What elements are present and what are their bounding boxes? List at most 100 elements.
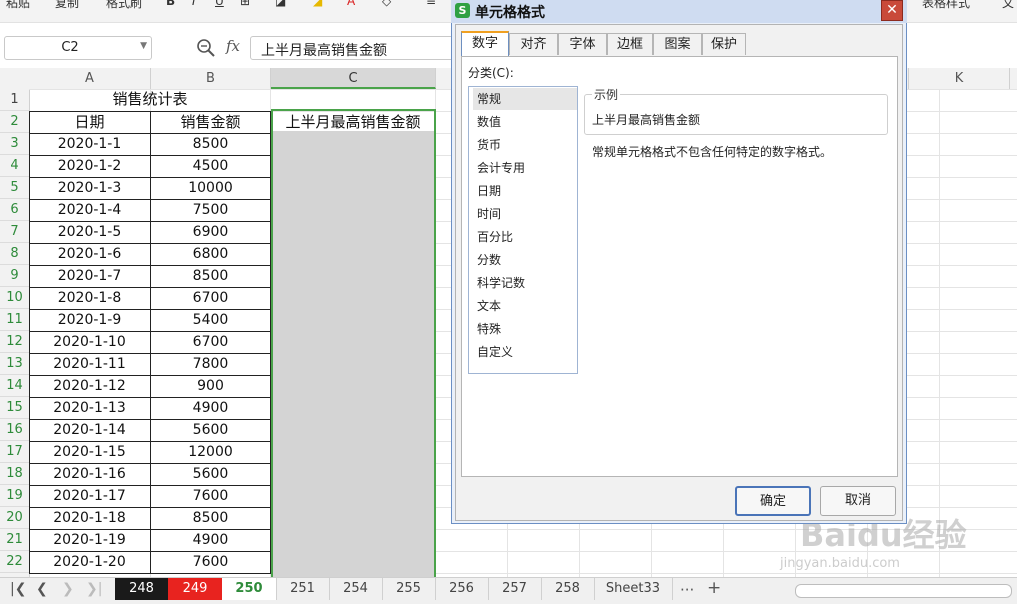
- copy-button[interactable]: 复制: [55, 0, 79, 11]
- date-cell[interactable]: 2020-1-18: [29, 507, 150, 529]
- amount-cell[interactable]: 12000: [151, 441, 270, 463]
- dialog-tab-5[interactable]: 保护: [702, 33, 746, 55]
- header-cell-date[interactable]: 日期: [29, 111, 150, 133]
- amount-cell[interactable]: 4500: [151, 155, 270, 177]
- date-cell[interactable]: 2020-1-9: [29, 309, 150, 331]
- amount-cell[interactable]: 4900: [151, 397, 270, 419]
- date-cell[interactable]: 2020-1-15: [29, 441, 150, 463]
- align-icon[interactable]: ≡: [426, 0, 436, 8]
- amount-cell[interactable]: 7600: [151, 551, 270, 573]
- font-color-icon[interactable]: A: [347, 0, 355, 8]
- name-box[interactable]: C2 ▼: [4, 36, 152, 60]
- row-header[interactable]: 1: [0, 89, 29, 111]
- category-item[interactable]: 科学记数: [473, 272, 577, 294]
- amount-cell[interactable]: 8500: [151, 133, 270, 155]
- row-header[interactable]: 5: [0, 177, 29, 199]
- header-cell-amount[interactable]: 销售金额: [151, 111, 270, 133]
- cancel-button[interactable]: 取消: [820, 486, 896, 516]
- amount-cell[interactable]: 8500: [151, 265, 270, 287]
- highlight-icon[interactable]: ◢: [313, 0, 322, 8]
- column-header-b[interactable]: B: [151, 68, 271, 89]
- date-cell[interactable]: 2020-1-2: [29, 155, 150, 177]
- date-cell[interactable]: 2020-1-13: [29, 397, 150, 419]
- date-cell[interactable]: 2020-1-4: [29, 199, 150, 221]
- amount-cell[interactable]: 4900: [151, 529, 270, 551]
- amount-cell[interactable]: 6700: [151, 331, 270, 353]
- ok-button[interactable]: 确定: [735, 486, 811, 516]
- dialog-tab-4[interactable]: 图案: [653, 33, 702, 55]
- category-item[interactable]: 百分比: [473, 226, 577, 248]
- amount-cell[interactable]: 7500: [151, 199, 270, 221]
- fill-color-icon[interactable]: ◪: [275, 0, 286, 8]
- category-item[interactable]: 文本: [473, 295, 577, 317]
- date-cell[interactable]: 2020-1-7: [29, 265, 150, 287]
- category-item[interactable]: 会计专用: [473, 157, 577, 179]
- dialog-tab-2[interactable]: 字体: [558, 33, 607, 55]
- category-item[interactable]: 货币: [473, 134, 577, 156]
- sheet-tab[interactable]: 251: [276, 578, 330, 600]
- dialog-titlebar[interactable]: 单元格格式: [451, 0, 907, 23]
- table-style-button[interactable]: 表格样式: [922, 0, 970, 11]
- sheet-tab[interactable]: 249: [168, 578, 223, 600]
- row-header[interactable]: 19: [0, 485, 29, 507]
- format-painter-button[interactable]: 格式刷: [106, 0, 142, 11]
- row-header[interactable]: 3: [0, 133, 29, 155]
- sheet-tab[interactable]: 248: [115, 578, 169, 600]
- date-cell[interactable]: 2020-1-8: [29, 287, 150, 309]
- row-header[interactable]: 4: [0, 155, 29, 177]
- more-sheets-button[interactable]: ···: [680, 581, 694, 599]
- category-item[interactable]: 分数: [473, 249, 577, 271]
- bold-icon[interactable]: B: [166, 0, 175, 8]
- date-cell[interactable]: 2020-1-5: [29, 221, 150, 243]
- date-cell[interactable]: 2020-1-14: [29, 419, 150, 441]
- row-header[interactable]: 14: [0, 375, 29, 397]
- prev-sheet-icon[interactable]: ❮: [36, 581, 48, 597]
- formula-input[interactable]: 上半月最高销售金额: [250, 36, 462, 60]
- fx-icon[interactable]: fx: [226, 37, 240, 55]
- column-header-c[interactable]: C: [271, 68, 436, 89]
- next-sheet-icon[interactable]: ❯: [62, 581, 74, 597]
- date-cell[interactable]: 2020-1-11: [29, 353, 150, 375]
- horizontal-scrollbar[interactable]: [795, 584, 1012, 598]
- row-header[interactable]: 12: [0, 331, 29, 353]
- amount-cell[interactable]: 6700: [151, 287, 270, 309]
- amount-cell[interactable]: 5600: [151, 463, 270, 485]
- amount-cell[interactable]: 8500: [151, 507, 270, 529]
- row-header[interactable]: 15: [0, 397, 29, 419]
- amount-cell[interactable]: 6800: [151, 243, 270, 265]
- amount-cell[interactable]: 5600: [151, 419, 270, 441]
- date-cell[interactable]: 2020-1-16: [29, 463, 150, 485]
- category-item[interactable]: 时间: [473, 203, 577, 225]
- date-cell[interactable]: 2020-1-20: [29, 551, 150, 573]
- date-cell[interactable]: 2020-1-6: [29, 243, 150, 265]
- amount-cell[interactable]: 7600: [151, 485, 270, 507]
- italic-icon[interactable]: I: [192, 0, 196, 8]
- border-icon[interactable]: ⊞: [240, 0, 250, 8]
- date-cell[interactable]: 2020-1-3: [29, 177, 150, 199]
- row-header[interactable]: 13: [0, 353, 29, 375]
- row-header[interactable]: 9: [0, 265, 29, 287]
- dialog-tab-3[interactable]: 边框: [607, 33, 653, 55]
- row-header[interactable]: 6: [0, 199, 29, 221]
- date-cell[interactable]: 2020-1-12: [29, 375, 150, 397]
- category-item[interactable]: 日期: [473, 180, 577, 202]
- row-header[interactable]: 22: [0, 551, 29, 573]
- sheet-tab[interactable]: 254: [329, 578, 383, 600]
- row-header[interactable]: 16: [0, 419, 29, 441]
- last-sheet-icon[interactable]: ❯|: [86, 581, 102, 597]
- sheet-tab[interactable]: 258: [541, 578, 595, 600]
- category-item[interactable]: 常规: [473, 88, 577, 110]
- date-cell[interactable]: 2020-1-19: [29, 529, 150, 551]
- first-sheet-icon[interactable]: |❮: [10, 581, 26, 597]
- sheet-tab[interactable]: 250: [222, 578, 277, 600]
- row-header[interactable]: 7: [0, 221, 29, 243]
- row-header[interactable]: 17: [0, 441, 29, 463]
- sheet-tab[interactable]: 256: [435, 578, 489, 600]
- category-item[interactable]: 特殊: [473, 318, 577, 340]
- date-cell[interactable]: 2020-1-10: [29, 331, 150, 353]
- category-item[interactable]: 数值: [473, 111, 577, 133]
- amount-cell[interactable]: 5400: [151, 309, 270, 331]
- sheet-tab[interactable]: 257: [488, 578, 542, 600]
- row-header[interactable]: 2: [0, 111, 29, 133]
- row-header[interactable]: 18: [0, 463, 29, 485]
